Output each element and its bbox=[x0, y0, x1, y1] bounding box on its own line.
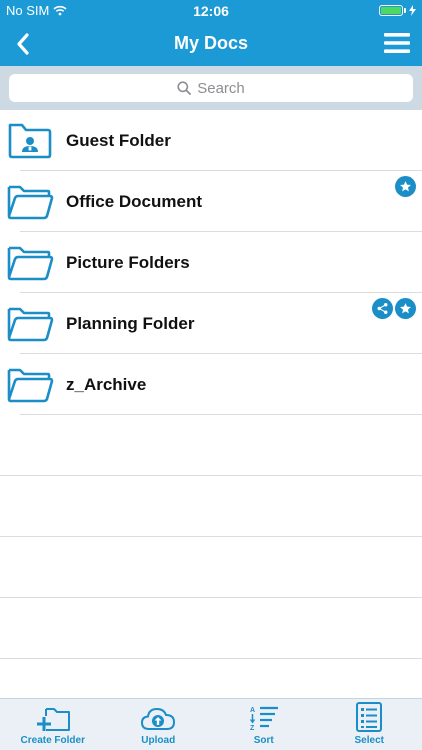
navigation-bar: My Docs bbox=[0, 22, 422, 66]
battery-indicator bbox=[379, 5, 416, 16]
upload-cloud-icon bbox=[141, 707, 176, 730]
empty-row bbox=[0, 415, 422, 476]
folder-icon bbox=[7, 368, 54, 403]
create-folder-label: Create Folder bbox=[20, 735, 85, 746]
folder-name: Picture Folders bbox=[66, 253, 190, 272]
upload-label: Upload bbox=[141, 735, 176, 746]
search-icon bbox=[177, 81, 192, 95]
sort-az-icon: A Z bbox=[249, 706, 278, 732]
bottom-toolbar: Create Folder Upload A Z Sort Select bbox=[0, 698, 422, 750]
sort-label: Sort bbox=[253, 735, 274, 746]
status-time: 12:06 bbox=[193, 3, 229, 19]
folder-list: Guest Folder Office Document Picture Fol… bbox=[0, 110, 422, 659]
create-folder-icon bbox=[36, 708, 70, 731]
search-placeholder: Search bbox=[197, 79, 245, 97]
page-title: My Docs bbox=[173, 33, 249, 53]
folder-name: Guest Folder bbox=[66, 131, 171, 150]
svg-text:Z: Z bbox=[250, 725, 255, 732]
folder-row-picture-folders[interactable]: Picture Folders bbox=[0, 232, 422, 293]
share-icon bbox=[372, 298, 393, 319]
folder-icon bbox=[7, 185, 54, 220]
guest-folder-icon bbox=[8, 123, 52, 159]
upload-button[interactable]: Upload bbox=[106, 699, 212, 750]
folder-icon bbox=[7, 307, 54, 342]
charging-icon bbox=[409, 5, 416, 16]
star-icon bbox=[395, 176, 416, 197]
folder-row-office-document[interactable]: Office Document bbox=[0, 171, 422, 232]
select-label: Select bbox=[354, 735, 384, 746]
star-icon bbox=[395, 298, 416, 319]
folder-row-z-archive[interactable]: z_Archive bbox=[0, 354, 422, 415]
folder-name: Planning Folder bbox=[66, 314, 195, 333]
folder-name: Office Document bbox=[66, 192, 203, 211]
status-bar: No SIM 12:06 bbox=[0, 0, 422, 22]
search-input[interactable]: Search bbox=[9, 74, 413, 102]
folder-name: z_Archive bbox=[66, 375, 147, 394]
create-folder-button[interactable]: Create Folder bbox=[0, 699, 106, 750]
folder-row-planning-folder[interactable]: Planning Folder bbox=[0, 293, 422, 354]
battery-icon bbox=[379, 5, 403, 16]
folder-icon bbox=[7, 246, 54, 281]
select-list-icon bbox=[356, 702, 383, 732]
sort-button[interactable]: A Z Sort bbox=[211, 699, 317, 750]
empty-row bbox=[0, 598, 422, 659]
hamburger-menu-icon[interactable] bbox=[384, 31, 410, 55]
svg-text:A: A bbox=[250, 707, 255, 714]
folder-badges bbox=[395, 176, 416, 197]
empty-row bbox=[0, 537, 422, 598]
select-button[interactable]: Select bbox=[317, 699, 422, 750]
search-bar: Search bbox=[0, 66, 422, 110]
folder-badges bbox=[372, 298, 416, 319]
folder-row-guest-folder[interactable]: Guest Folder bbox=[0, 110, 422, 171]
empty-row bbox=[0, 476, 422, 537]
